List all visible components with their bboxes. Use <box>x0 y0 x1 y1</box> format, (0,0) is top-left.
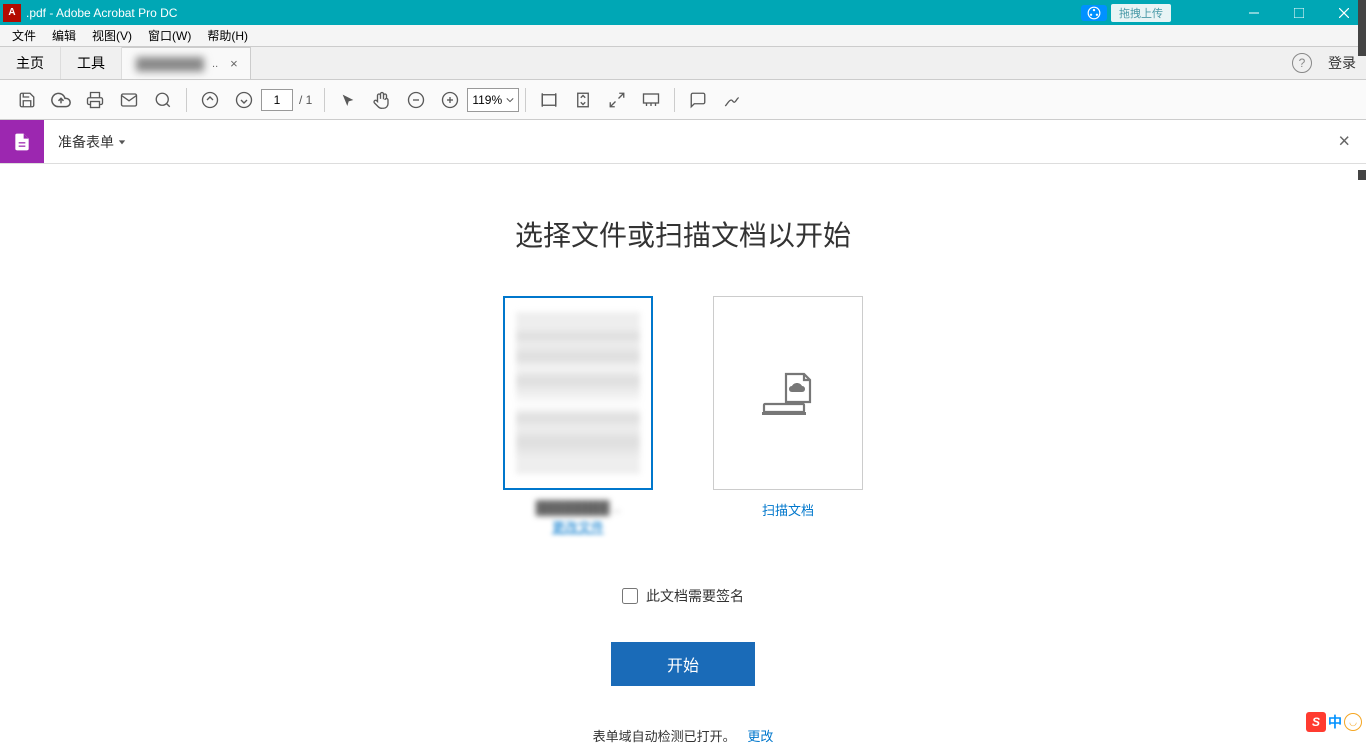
scanner-thumbnail <box>713 296 863 490</box>
login-link[interactable]: 登录 <box>1328 53 1356 73</box>
signature-checkbox[interactable] <box>622 588 638 604</box>
separator <box>186 88 187 112</box>
cloud-badge[interactable] <box>1081 5 1107 21</box>
scrollbar-arrow[interactable] <box>1358 170 1366 180</box>
scanner-icon <box>760 368 816 418</box>
ime-chinese-icon[interactable]: 中 <box>1328 712 1342 732</box>
footer-change-link[interactable]: 更改 <box>747 729 773 744</box>
zoom-in-icon[interactable] <box>433 83 467 117</box>
menu-edit[interactable]: 编辑 <box>44 25 84 46</box>
start-button[interactable]: 开始 <box>611 642 755 686</box>
choice-row: ████████ .. 更改文件 扫描文档 <box>0 296 1366 536</box>
drag-upload-button[interactable]: 拖拽上传 <box>1111 4 1171 22</box>
page-number-input[interactable] <box>261 89 293 111</box>
chevron-down-icon <box>118 138 126 146</box>
separator <box>324 88 325 112</box>
document-tab[interactable]: ████████ .. × <box>122 47 251 79</box>
prepare-form-label: 准备表单 <box>58 132 114 152</box>
help-icon[interactable]: ? <box>1292 53 1312 73</box>
ime-tray: S 中 ◡ <box>1306 712 1362 732</box>
chevron-down-icon <box>506 96 514 104</box>
tab-home[interactable]: 主页 <box>0 47 61 79</box>
page-total: / 1 <box>299 93 312 107</box>
select-file-card[interactable]: ████████ .. 更改文件 <box>503 296 653 536</box>
menu-view[interactable]: 视图(V) <box>84 25 140 46</box>
menu-window[interactable]: 窗口(W) <box>140 25 199 46</box>
scan-document-card[interactable]: 扫描文档 <box>713 296 863 536</box>
footer-status: 表单域自动检测已打开。 <box>593 729 736 744</box>
search-icon[interactable] <box>146 83 180 117</box>
page-up-icon[interactable] <box>193 83 227 117</box>
prepare-form-dropdown[interactable]: 准备表单 <box>44 120 140 163</box>
page-down-icon[interactable] <box>227 83 261 117</box>
tab-close-icon[interactable]: × <box>226 56 242 71</box>
title-bar: A .pdf - Adobe Acrobat Pro DC 拖拽上传 <box>0 0 1366 25</box>
fullscreen-icon[interactable] <box>600 83 634 117</box>
fit-width-icon[interactable] <box>532 83 566 117</box>
main-content: 选择文件或扫描文档以开始 ████████ .. 更改文件 扫描文档 <box>0 164 1366 745</box>
zoom-dropdown[interactable]: 119% <box>467 88 519 112</box>
mail-icon[interactable] <box>112 83 146 117</box>
menu-bar: 文件 编辑 视图(V) 窗口(W) 帮助(H) <box>0 25 1366 47</box>
toolbar: / 1 119% <box>0 80 1366 120</box>
ime-sogou-icon[interactable]: S <box>1306 712 1326 732</box>
menu-file[interactable]: 文件 <box>4 25 44 46</box>
app-icon: A <box>3 4 21 22</box>
read-mode-icon[interactable] <box>634 83 668 117</box>
close-panel-icon[interactable]: × <box>1334 126 1354 157</box>
document-thumbnail <box>503 296 653 490</box>
cloud-icon[interactable] <box>44 83 78 117</box>
scan-document-label: 扫描文档 <box>762 500 814 519</box>
change-file-link[interactable]: 更改文件 <box>552 517 604 536</box>
ime-emoji-icon[interactable]: ◡ <box>1344 713 1362 731</box>
separator <box>525 88 526 112</box>
hand-tool-icon[interactable] <box>365 83 399 117</box>
zoom-out-icon[interactable] <box>399 83 433 117</box>
window-title: .pdf - Adobe Acrobat Pro DC <box>26 6 177 20</box>
document-tab-name: ████████ <box>136 57 204 71</box>
minimize-button[interactable] <box>1231 0 1276 25</box>
save-icon[interactable] <box>10 83 44 117</box>
maximize-button[interactable] <box>1276 0 1321 25</box>
zoom-value: 119% <box>472 93 502 107</box>
signature-checkbox-row: 此文档需要签名 <box>0 586 1366 606</box>
prepare-form-bar: 准备表单 × <box>0 120 1366 164</box>
sign-icon[interactable] <box>715 83 749 117</box>
file-name-label: ████████ .. <box>536 500 621 515</box>
scrollbar-thumb[interactable] <box>1358 0 1366 56</box>
tabs-row: 主页 工具 ████████ .. × ? 登录 <box>0 47 1366 80</box>
form-document-icon <box>0 120 44 163</box>
selection-tool-icon[interactable] <box>331 83 365 117</box>
comment-icon[interactable] <box>681 83 715 117</box>
signature-checkbox-label: 此文档需要签名 <box>646 586 744 606</box>
separator <box>674 88 675 112</box>
print-icon[interactable] <box>78 83 112 117</box>
menu-help[interactable]: 帮助(H) <box>199 25 256 46</box>
fit-page-icon[interactable] <box>566 83 600 117</box>
page-heading: 选择文件或扫描文档以开始 <box>0 214 1366 254</box>
tab-tools[interactable]: 工具 <box>61 47 122 79</box>
